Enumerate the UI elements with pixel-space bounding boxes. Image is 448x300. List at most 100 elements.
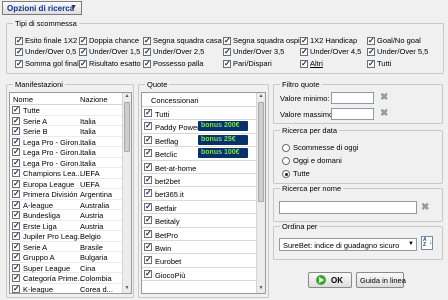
checkbox[interactable]	[144, 269, 152, 278]
checkbox[interactable]	[143, 59, 151, 69]
checkbox[interactable]	[367, 59, 375, 69]
bet-type-option[interactable]: Under/Over 4,5	[300, 47, 361, 57]
checkbox[interactable]	[12, 231, 20, 240]
event-row[interactable]: Lega Pro - Giron...Italia	[10, 137, 124, 147]
event-row[interactable]: K-league Corea d...	[10, 284, 124, 293]
checkbox[interactable]	[15, 59, 23, 69]
event-row[interactable]: Serie B Italia	[10, 126, 124, 137]
event-row[interactable]: Lega Pro - Giron...Italia	[10, 147, 124, 158]
event-row[interactable]: Bundesliga Austria	[10, 210, 124, 221]
bonus-badge[interactable]: bonus 25€	[198, 134, 248, 145]
radio-button[interactable]	[282, 157, 290, 166]
scroll-up-icon[interactable]: ▲	[123, 93, 131, 101]
event-row[interactable]: Primera DivisiónArgentina	[10, 189, 124, 200]
event-row[interactable]: Gruppo A Bulgaria	[10, 252, 124, 263]
checkbox[interactable]	[223, 36, 231, 46]
bookmaker-row[interactable]: Bet-at-home	[142, 161, 258, 174]
checkbox[interactable]	[12, 200, 20, 209]
bet-type-option[interactable]: Under/Over 2,5	[143, 47, 204, 57]
checkbox[interactable]	[12, 105, 20, 114]
help-button[interactable]: Guida in linea	[356, 272, 406, 288]
checkbox[interactable]	[79, 47, 87, 57]
bookmaker-row[interactable]: bet365.it	[142, 187, 258, 201]
bookmakers-scrollbar[interactable]: ▲ ▼	[256, 93, 265, 293]
ok-button[interactable]: OK	[308, 272, 352, 288]
checkbox[interactable]	[300, 47, 308, 57]
checkbox[interactable]	[12, 210, 20, 219]
scroll-down-icon[interactable]: ▼	[123, 285, 131, 293]
checkbox[interactable]	[367, 47, 375, 57]
checkbox[interactable]	[143, 36, 151, 46]
bookmaker-row[interactable]: BetPro	[142, 228, 258, 241]
bet-type-option[interactable]: Possesso palla	[143, 59, 203, 69]
bet-type-option[interactable]: 1X2 Handicap	[300, 36, 357, 46]
clear-name-icon[interactable]: ✖	[421, 202, 429, 213]
checkbox[interactable]	[144, 162, 152, 171]
checkbox[interactable]	[12, 168, 20, 177]
event-row[interactable]: Super League Cina	[10, 263, 124, 273]
bookmaker-row[interactable]: bet2bet	[142, 174, 258, 188]
checkbox[interactable]	[144, 188, 152, 198]
events-scrollbar[interactable]: ▲ ▼	[122, 93, 131, 293]
date-option[interactable]: Oggi e domani	[282, 156, 342, 166]
checkbox[interactable]	[300, 59, 308, 69]
checkbox[interactable]	[144, 121, 152, 131]
clear-min-icon[interactable]: ✖	[380, 92, 388, 103]
date-option[interactable]: Scommesse di oggi	[282, 143, 358, 153]
bonus-badge[interactable]: bonus 200€	[198, 121, 248, 132]
checkbox[interactable]	[144, 202, 152, 211]
checkbox[interactable]	[12, 116, 20, 125]
checkbox[interactable]	[223, 47, 231, 57]
bet-type-option[interactable]: Somma gol finale	[15, 59, 83, 69]
bet-type-option[interactable]: Pari/Dispari	[223, 59, 272, 69]
sort-order-button[interactable]: AZ ↓	[421, 236, 433, 250]
event-row[interactable]: Lega Pro - Giron...Italia	[10, 158, 124, 168]
checkbox[interactable]	[79, 36, 87, 46]
bet-type-option[interactable]: Segna squadra ospite	[223, 36, 306, 46]
name-search-input[interactable]	[279, 201, 417, 214]
bookmaker-row[interactable]: Eurobet	[142, 254, 258, 268]
checkbox[interactable]	[15, 36, 23, 46]
max-value-input[interactable]	[331, 108, 374, 120]
checkbox[interactable]	[144, 175, 152, 184]
bookmaker-row[interactable]: Bwin	[142, 241, 258, 255]
checkbox[interactable]	[144, 229, 152, 238]
bet-type-option[interactable]: Under/Over 5,5	[367, 47, 428, 57]
checkbox[interactable]	[12, 147, 20, 156]
bookmaker-row[interactable]: Betclic bonus 100€	[142, 147, 258, 161]
checkbox[interactable]	[12, 252, 20, 261]
checkbox[interactable]	[144, 242, 152, 251]
checkbox[interactable]	[144, 255, 152, 265]
checkbox[interactable]	[15, 47, 23, 57]
checkbox[interactable]	[144, 108, 152, 117]
bookmakers-list[interactable]: Concessionari TuttiPaddy Powerbonus 200€…	[141, 92, 266, 294]
checkbox[interactable]	[12, 221, 20, 230]
event-row[interactable]: Erste Liga Austria	[10, 221, 124, 231]
clear-max-icon[interactable]: ✖	[380, 108, 388, 119]
event-row[interactable]: Europa League UEFA	[10, 179, 124, 189]
min-value-input[interactable]	[331, 92, 374, 104]
event-row[interactable]: Tutte	[10, 105, 124, 116]
checkbox[interactable]	[223, 59, 231, 69]
event-row[interactable]: Serie A Italia	[10, 116, 124, 126]
checkbox[interactable]	[12, 179, 20, 188]
bookmaker-row[interactable]: Betflag bonus 25€	[142, 134, 258, 148]
bookmaker-row[interactable]: Paddy Powerbonus 200€	[142, 120, 258, 134]
bet-type-option[interactable]: Tutti	[367, 59, 391, 69]
checkbox[interactable]	[367, 36, 375, 46]
bonus-badge[interactable]: bonus 100€	[198, 148, 248, 159]
bet-type-option[interactable]: Under/Over 3,5	[223, 47, 284, 57]
bet-type-option[interactable]: Under/Over 1,5	[79, 47, 140, 57]
checkbox[interactable]	[12, 263, 20, 272]
bet-type-option[interactable]: Esito finale 1X2	[15, 36, 77, 46]
scroll-up-icon[interactable]: ▲	[257, 93, 265, 101]
checkbox[interactable]	[12, 273, 20, 282]
checkbox[interactable]	[12, 126, 20, 135]
event-row[interactable]: Jupiler Pro Leag...Belgio	[10, 231, 124, 242]
bet-type-option[interactable]: Altri	[300, 59, 323, 69]
checkbox[interactable]	[12, 137, 20, 146]
scroll-thumb[interactable]	[258, 102, 264, 202]
checkbox[interactable]	[12, 242, 20, 251]
bet-type-option[interactable]: Goal/No goal	[367, 36, 421, 46]
event-row[interactable]: Serie A Brasile	[10, 242, 124, 252]
